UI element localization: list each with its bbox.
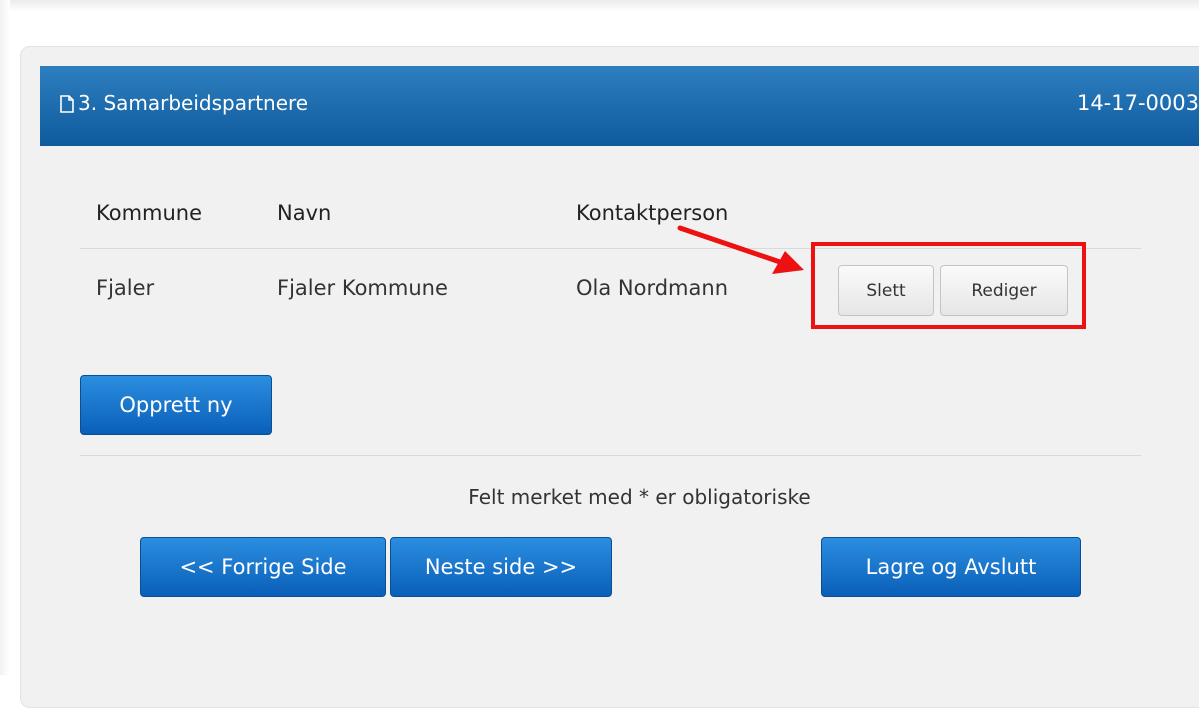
create-new-button[interactable]: Opprett ny [80,375,272,435]
previous-page-button[interactable]: << Forrige Side [140,537,386,597]
required-fields-note: Felt merket med * er obligatoriske [468,485,811,509]
footer-divider [80,455,1141,456]
save-and-exit-button[interactable]: Lagre og Avslutt [821,537,1081,597]
next-page-button[interactable]: Neste side >> [390,537,612,597]
